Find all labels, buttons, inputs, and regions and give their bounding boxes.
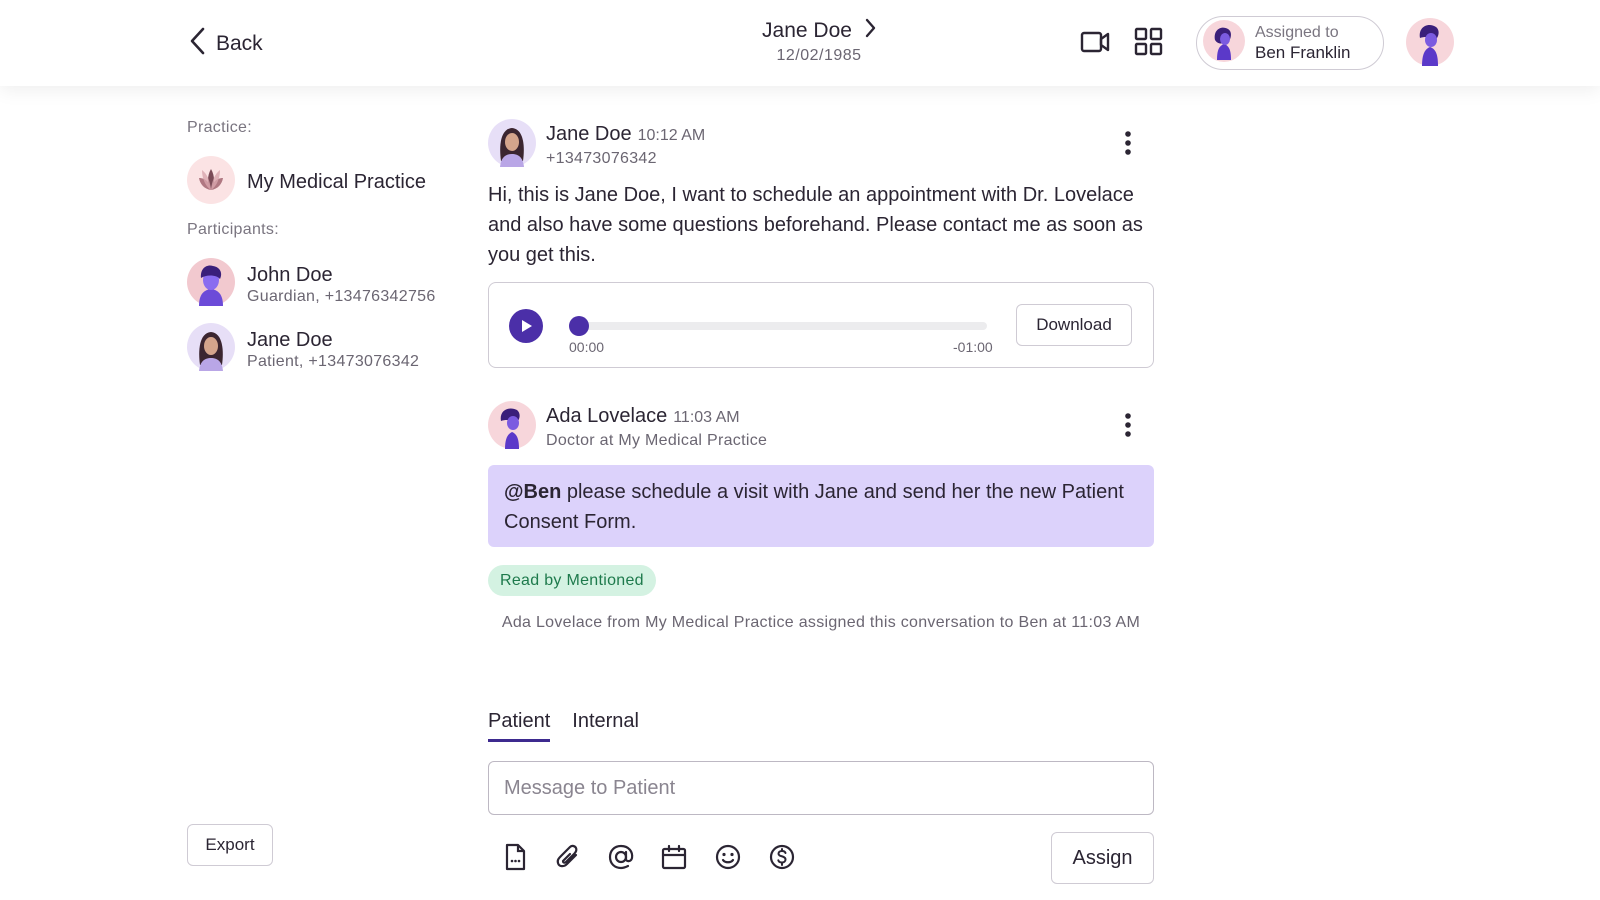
assignment-event-note: Ada Lovelace from My Medical Practice as… <box>501 614 1141 631</box>
download-button[interactable]: Download <box>1016 304 1132 346</box>
internal-note: @Ben please schedule a visit with Jane a… <box>488 465 1154 547</box>
read-status-badge: Read by Mentioned <box>488 565 656 596</box>
tab-internal[interactable]: Internal <box>572 710 639 742</box>
chevron-left-icon <box>188 26 206 61</box>
voicemail-player: 00:00 -01:00 Download <box>488 282 1154 368</box>
message-text: Hi, this is Jane Doe, I want to schedule… <box>488 184 1143 266</box>
message-header: Ada Lovelace 11:03 AM Doctor at My Medica… <box>488 401 767 454</box>
back-button[interactable]: Back <box>188 26 263 61</box>
tab-patient[interactable]: Patient <box>488 710 551 742</box>
assigned-to-button[interactable]: Assigned to Ben Franklin <box>1196 16 1384 70</box>
participant-text: John Doe Guardian, +13476342756 <box>247 263 436 307</box>
participant-item[interactable]: Jane Doe Patient, +13473076342 <box>187 323 419 376</box>
assigned-text: Assigned to Ben Franklin <box>1255 23 1350 63</box>
assign-button[interactable]: Assign <box>1051 832 1154 884</box>
sender-info: Ada Lovelace 11:03 AM Doctor at My Medica… <box>546 404 767 452</box>
participants-label: Participants: <box>187 221 279 238</box>
participant-detail: Guardian, +13476342756 <box>247 287 436 305</box>
document-icon[interactable] <box>500 842 530 872</box>
participant-detail: Patient, +13473076342 <box>247 352 420 370</box>
play-button[interactable] <box>509 309 543 343</box>
audio-progress-track[interactable] <box>569 316 987 336</box>
participant-name: John Doe <box>247 263 333 286</box>
message-time: 11:03 AM <box>673 408 740 426</box>
patient-name-link[interactable]: Jane Doe <box>700 18 938 43</box>
assigned-name: Ben Franklin <box>1255 43 1351 62</box>
participant-name: Jane Doe <box>247 328 333 351</box>
current-user-avatar[interactable] <box>1406 18 1454 71</box>
practice-item: My Medical Practice <box>187 156 426 209</box>
at-sign-icon[interactable] <box>606 842 636 872</box>
sender-info: Jane Doe 10:12 AM +13473076342 <box>546 122 705 170</box>
video-camera-icon[interactable] <box>1080 25 1110 64</box>
composer-tabs: Patient Internal <box>488 710 639 742</box>
practice-label: Practice: <box>187 119 252 136</box>
audio-remaining: -01:00 <box>953 339 993 355</box>
back-label: Back <box>216 31 263 55</box>
dollar-icon[interactable] <box>767 842 797 872</box>
more-options-icon[interactable] <box>1124 412 1132 443</box>
grid-icon[interactable] <box>1134 25 1164 64</box>
audio-elapsed: 00:00 <box>569 339 605 355</box>
audio-scrubber[interactable] <box>569 316 589 336</box>
sender-avatar <box>488 119 536 172</box>
practice-logo-icon <box>187 156 235 209</box>
assigned-caption: Assigned to <box>1255 24 1339 41</box>
patient-name: Jane Doe <box>762 18 852 42</box>
sender-avatar <box>488 401 536 454</box>
participant-avatar <box>187 258 235 311</box>
message-header: Jane Doe 10:12 AM +13473076342 <box>488 119 705 172</box>
message-input[interactable] <box>488 761 1154 815</box>
top-bar: Back Jane Doe 12/02/1985 Assigned to Ben… <box>0 0 1600 86</box>
mention-tag[interactable]: @Ben <box>504 481 561 503</box>
patient-dob: 12/02/1985 <box>776 47 862 64</box>
practice-name: My Medical Practice <box>247 171 426 193</box>
message-time: 10:12 AM <box>637 126 706 144</box>
more-options-icon[interactable] <box>1124 130 1132 161</box>
sender-phone: +13473076342 <box>546 149 657 167</box>
paperclip-icon[interactable] <box>553 842 583 872</box>
sender-role: Doctor at My Medical Practice <box>546 431 768 449</box>
export-button[interactable]: Export <box>187 824 273 866</box>
participant-avatar <box>187 323 235 376</box>
internal-note-text: please schedule a visit with Jane and se… <box>504 481 1124 533</box>
sender-name: Jane Doe <box>546 122 632 145</box>
participant-item[interactable]: John Doe Guardian, +13476342756 <box>187 258 436 311</box>
assignee-avatar <box>1203 19 1245 67</box>
participant-text: Jane Doe Patient, +13473076342 <box>247 328 419 372</box>
calendar-icon[interactable] <box>659 842 689 872</box>
conversation-title: Jane Doe 12/02/1985 <box>700 18 938 65</box>
play-icon <box>522 320 532 332</box>
chevron-right-icon <box>864 18 876 43</box>
sender-name: Ada Lovelace <box>546 404 668 427</box>
emoji-icon[interactable] <box>713 842 743 872</box>
